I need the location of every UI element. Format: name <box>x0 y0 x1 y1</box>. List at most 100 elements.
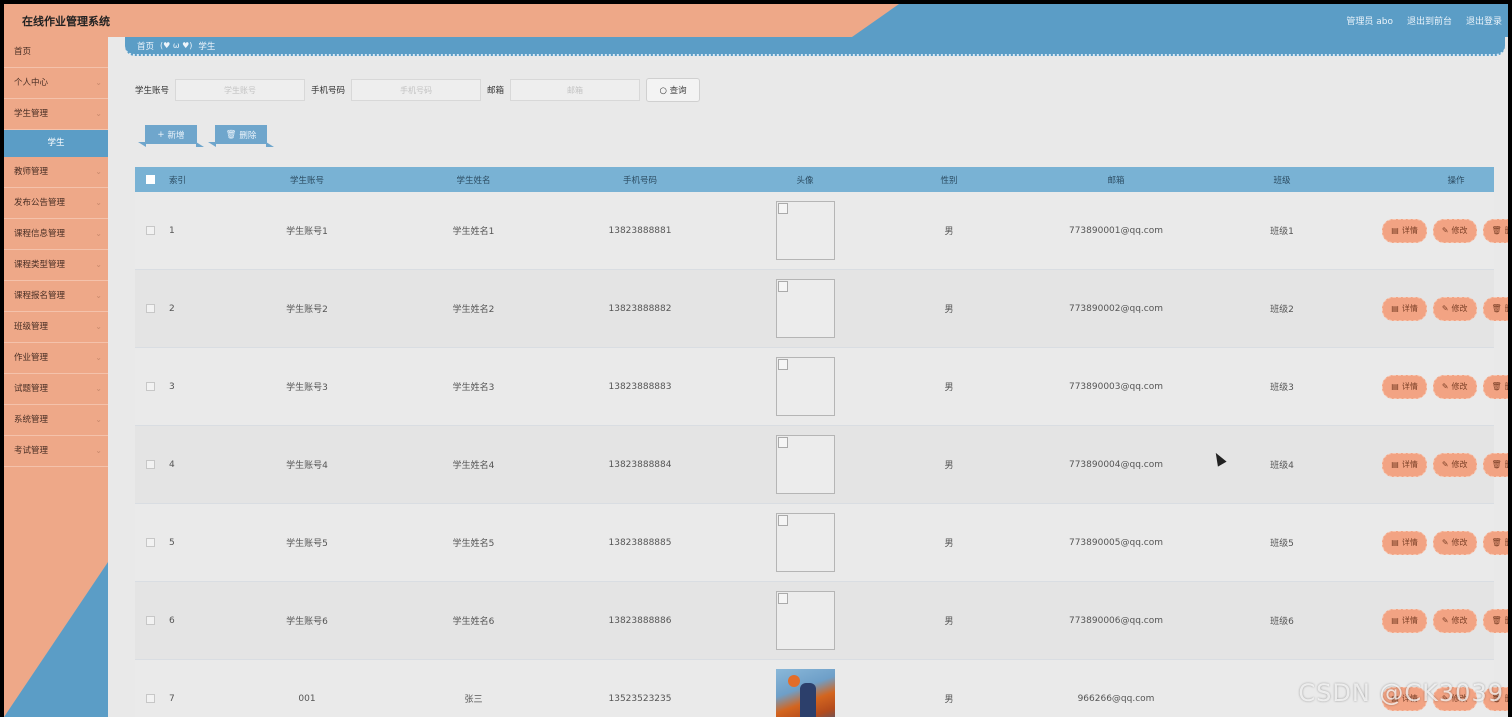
edit-button[interactable]: ✎ 修改 <box>1432 608 1477 633</box>
cell-email: 773890002@qq.com <box>1068 303 1164 314</box>
delete-label: 删除 <box>1505 693 1508 704</box>
cell-operations: ▤详情✎修改🗑删除 <box>1370 296 1508 321</box>
row-checkbox[interactable] <box>145 381 155 391</box>
broken-image-icon <box>777 281 788 292</box>
cell-phone: 13823888883 <box>608 381 672 392</box>
edit-button[interactable]: ✎ 修改 <box>1432 530 1477 555</box>
detail-button[interactable]: ▤ 详情 <box>1382 296 1427 321</box>
detail-icon: ▤ <box>1391 616 1399 625</box>
sidebar-item-10[interactable]: 作业管理 ⌄ <box>4 343 108 374</box>
pencil-icon: ✎ <box>1441 304 1449 313</box>
detail-button[interactable]: ▤ 详情 <box>1382 608 1427 633</box>
edit-button[interactable]: ✎ 修改 <box>1432 374 1477 399</box>
edit-button[interactable]: ✎ 修改 <box>1432 452 1477 477</box>
row-checkbox[interactable] <box>145 693 155 703</box>
sidebar-subitem-3[interactable]: 学生 <box>4 130 108 157</box>
detail-label: 详情 <box>1401 382 1418 391</box>
cell-index: 2 <box>169 303 175 314</box>
logout-link[interactable]: 退出登录 <box>1466 14 1502 27</box>
row-select-cell <box>135 381 165 392</box>
header-name: 学生姓名 <box>456 175 491 186</box>
detail-label: 详情 <box>1401 304 1418 313</box>
search-icon: ○ <box>659 86 667 96</box>
detail-button[interactable]: ▤ 详情 <box>1382 530 1427 555</box>
student-table: 索引 学生账号 学生姓名 手机号码 头像 性别 邮箱 班级 操作 1 学生账号1 学… <box>135 167 1508 717</box>
trash-icon: 🗑 <box>1491 226 1502 235</box>
cell-email: 773890003@qq.com <box>1068 381 1164 392</box>
trash-icon: 🗑 <box>1491 304 1502 313</box>
batch-delete-button[interactable]: 🗑 删除 <box>215 125 267 144</box>
header-operations: 操作 <box>1447 175 1465 186</box>
sidebar-item-7[interactable]: 课程类型管理 ⌄ <box>4 250 108 281</box>
sidebar-item-1[interactable]: 个人中心 ⌄ <box>4 68 108 99</box>
delete-button[interactable]: 🗑删除 <box>1482 452 1508 477</box>
edit-button[interactable]: ✎ 修改 <box>1432 218 1477 243</box>
sidebar-item-0[interactable]: 首页 <box>4 37 108 68</box>
delete-label: 删除 <box>1505 225 1508 236</box>
delete-button[interactable]: 🗑删除 <box>1482 374 1508 399</box>
detail-label: 详情 <box>1401 226 1418 235</box>
sidebar-item-5[interactable]: 发布公告管理 ⌄ <box>4 188 108 219</box>
delete-label: 删除 <box>1505 459 1508 470</box>
row-checkbox[interactable] <box>145 537 155 547</box>
cell-name: 学生姓名4 <box>452 461 495 471</box>
row-select-cell <box>135 693 165 704</box>
cell-email: 966266@qq.com <box>1077 693 1155 704</box>
cell-sex: 男 <box>944 617 954 627</box>
trash-icon: 🗑 <box>1491 460 1502 469</box>
select-all-checkbox[interactable] <box>145 174 155 184</box>
sidebar-menu: 首页 个人中心 ⌄ 学生管理 ⌄ 学生 教师管理 ⌄ 发布公告管理 ⌄ 课程信息管理 ⌄ 课程类型管理 ⌄… <box>4 37 108 467</box>
add-button[interactable]: + 新增 <box>145 125 197 144</box>
chevron-down-icon: ⌄ <box>95 78 102 87</box>
delete-button[interactable]: 🗑删除 <box>1482 296 1508 321</box>
trash-icon: 🗑 <box>1491 538 1502 547</box>
sidebar-item-label: 发布公告管理 <box>14 198 66 208</box>
cell-account: 学生账号5 <box>286 539 328 549</box>
phone-label: 手机号码 <box>311 86 346 96</box>
cell-account: 学生账号2 <box>286 305 328 315</box>
edit-label: 修改 <box>1451 304 1468 313</box>
detail-button[interactable]: ▤ 详情 <box>1382 218 1427 243</box>
edit-button[interactable]: ✎ 修改 <box>1432 296 1477 321</box>
edit-label: 修改 <box>1451 382 1468 391</box>
detail-button[interactable]: ▤ 详情 <box>1382 452 1427 477</box>
phone-search-input[interactable] <box>351 79 482 101</box>
sidebar-item-13[interactable]: 考试管理 ⌄ <box>4 436 108 467</box>
breadcrumb-current: 学生 <box>198 41 216 52</box>
admin-user-label: 管理员 abo <box>1346 17 1393 27</box>
edit-label: 修改 <box>1451 538 1468 547</box>
sidebar-item-label: 课程类型管理 <box>14 260 66 270</box>
cell-avatar <box>750 357 860 416</box>
header-orange-wedge <box>4 4 899 37</box>
row-checkbox[interactable] <box>145 615 155 625</box>
account-search-input[interactable] <box>175 79 306 101</box>
email-search-input[interactable] <box>510 79 641 101</box>
sidebar-item-2[interactable]: 学生管理 ⌄ <box>4 99 108 130</box>
cell-phone: 13523523235 <box>608 693 672 704</box>
row-checkbox[interactable] <box>145 459 155 469</box>
delete-button[interactable]: 🗑删除 <box>1482 218 1508 243</box>
cell-email: 773890004@qq.com <box>1068 459 1164 470</box>
sidebar-item-12[interactable]: 系统管理 ⌄ <box>4 405 108 436</box>
sidebar-item-11[interactable]: 试题管理 ⌄ <box>4 374 108 405</box>
row-checkbox[interactable] <box>145 303 155 313</box>
sidebar-item-4[interactable]: 教师管理 ⌄ <box>4 157 108 188</box>
sidebar-item-9[interactable]: 班级管理 ⌄ <box>4 312 108 343</box>
row-select-cell <box>135 615 165 626</box>
row-checkbox[interactable] <box>145 225 155 235</box>
cell-operations: ▤详情✎修改🗑删除 <box>1370 608 1508 633</box>
sidebar-item-6[interactable]: 课程信息管理 ⌄ <box>4 219 108 250</box>
sidebar-item-8[interactable]: 课程报名管理 ⌄ <box>4 281 108 312</box>
cell-index: 3 <box>169 381 175 392</box>
back-to-front-link[interactable]: 退出到前台 <box>1407 14 1452 27</box>
delete-button[interactable]: 🗑删除 <box>1482 530 1508 555</box>
delete-button[interactable]: 🗑删除 <box>1482 608 1508 633</box>
cell-account: 学生账号3 <box>286 383 328 393</box>
breadcrumb-home[interactable]: 首页 <box>137 40 154 52</box>
query-button[interactable]: ○ 查询 <box>646 78 701 102</box>
email-label: 邮箱 <box>487 86 505 96</box>
cell-name: 学生姓名3 <box>452 383 495 393</box>
header-class: 班级 <box>1273 175 1291 186</box>
detail-button[interactable]: ▤ 详情 <box>1382 374 1427 399</box>
cell-class: 班级6 <box>1270 617 1294 627</box>
